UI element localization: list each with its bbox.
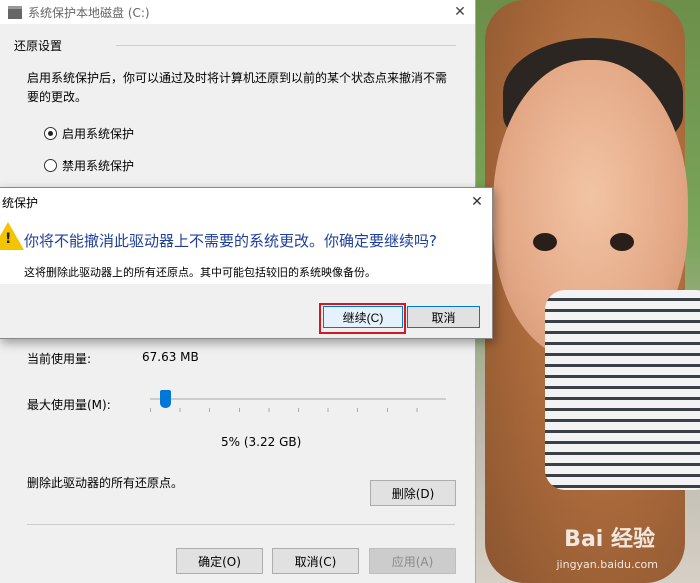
footer-divider bbox=[27, 524, 455, 525]
watermark-brand: Bai 经验 bbox=[564, 527, 655, 552]
dialog-cancel-button[interactable]: 取消 bbox=[407, 306, 480, 328]
delete-restore-points-text: 删除此驱动器的所有还原点。 bbox=[27, 476, 184, 490]
dialog-close-icon[interactable]: ✕ bbox=[462, 194, 492, 210]
confirm-dialog: 统保护 ✕ ! 你将不能撤消此驱动器上不需要的系统更改。你确定要继续吗? 这将删… bbox=[0, 187, 493, 339]
background-photo: Bai 经验 jingyan.baidu.com bbox=[475, 0, 700, 583]
continue-highlight-box bbox=[319, 303, 406, 334]
dialog-title-bar: 统保护 ✕ bbox=[0, 188, 492, 216]
dialog-title: 统保护 bbox=[2, 195, 39, 210]
max-usage-slider[interactable] bbox=[150, 398, 446, 400]
current-usage-label: 当前使用量: bbox=[27, 352, 92, 366]
cancel-button[interactable]: 取消(C) bbox=[272, 548, 359, 574]
dialog-body: ! 你将不能撤消此驱动器上不需要的系统更改。你确定要继续吗? 这将删除此驱动器上… bbox=[0, 216, 492, 284]
slider-thumb[interactable] bbox=[159, 390, 171, 408]
ok-button[interactable]: 确定(O) bbox=[176, 548, 263, 574]
right-eye bbox=[610, 233, 634, 251]
restore-description: 启用系统保护后，你可以通过及时将计算机还原到以前的某个状态点来撤消不需要的更改。 bbox=[27, 71, 448, 104]
radio-enable-protection[interactable]: 启用系统保护 bbox=[44, 125, 134, 142]
max-usage-label: 最大使用量(M): bbox=[27, 398, 111, 412]
dialog-detail: 这将删除此驱动器上的所有还原点。其中可能包括较旧的系统映像备份。 bbox=[24, 266, 376, 279]
window-title: 系统保护本地磁盘 (C:) bbox=[28, 5, 150, 20]
slider-ticks bbox=[150, 408, 446, 412]
warning-mark-icon: ! bbox=[5, 231, 12, 247]
radio-selected-icon[interactable] bbox=[44, 127, 57, 140]
watermark-url: jingyan.baidu.com bbox=[556, 558, 658, 571]
restore-settings-title: 还原设置 bbox=[14, 39, 63, 53]
radio-enable-label: 启用系统保护 bbox=[62, 127, 135, 141]
apply-button[interactable]: 应用(A) bbox=[369, 548, 456, 574]
max-usage-value: 5% (3.22 GB) bbox=[221, 435, 302, 449]
delete-button[interactable]: 删除(D) bbox=[370, 480, 456, 506]
current-usage-value: 67.63 MB bbox=[142, 350, 199, 364]
radio-unselected-icon[interactable] bbox=[44, 159, 57, 172]
group-divider bbox=[116, 45, 456, 46]
left-eye bbox=[533, 233, 557, 251]
dialog-message: 你将不能撤消此驱动器上不需要的系统更改。你确定要继续吗? bbox=[24, 232, 437, 250]
title-bar: 系统保护本地磁盘 (C:) ✕ bbox=[0, 0, 475, 24]
warning-icon bbox=[0, 222, 24, 250]
striped-shirt bbox=[545, 290, 700, 490]
radio-disable-label: 禁用系统保护 bbox=[62, 159, 135, 173]
close-icon[interactable]: ✕ bbox=[445, 4, 475, 20]
radio-disable-protection[interactable]: 禁用系统保护 bbox=[44, 157, 134, 174]
drive-icon bbox=[8, 5, 22, 19]
